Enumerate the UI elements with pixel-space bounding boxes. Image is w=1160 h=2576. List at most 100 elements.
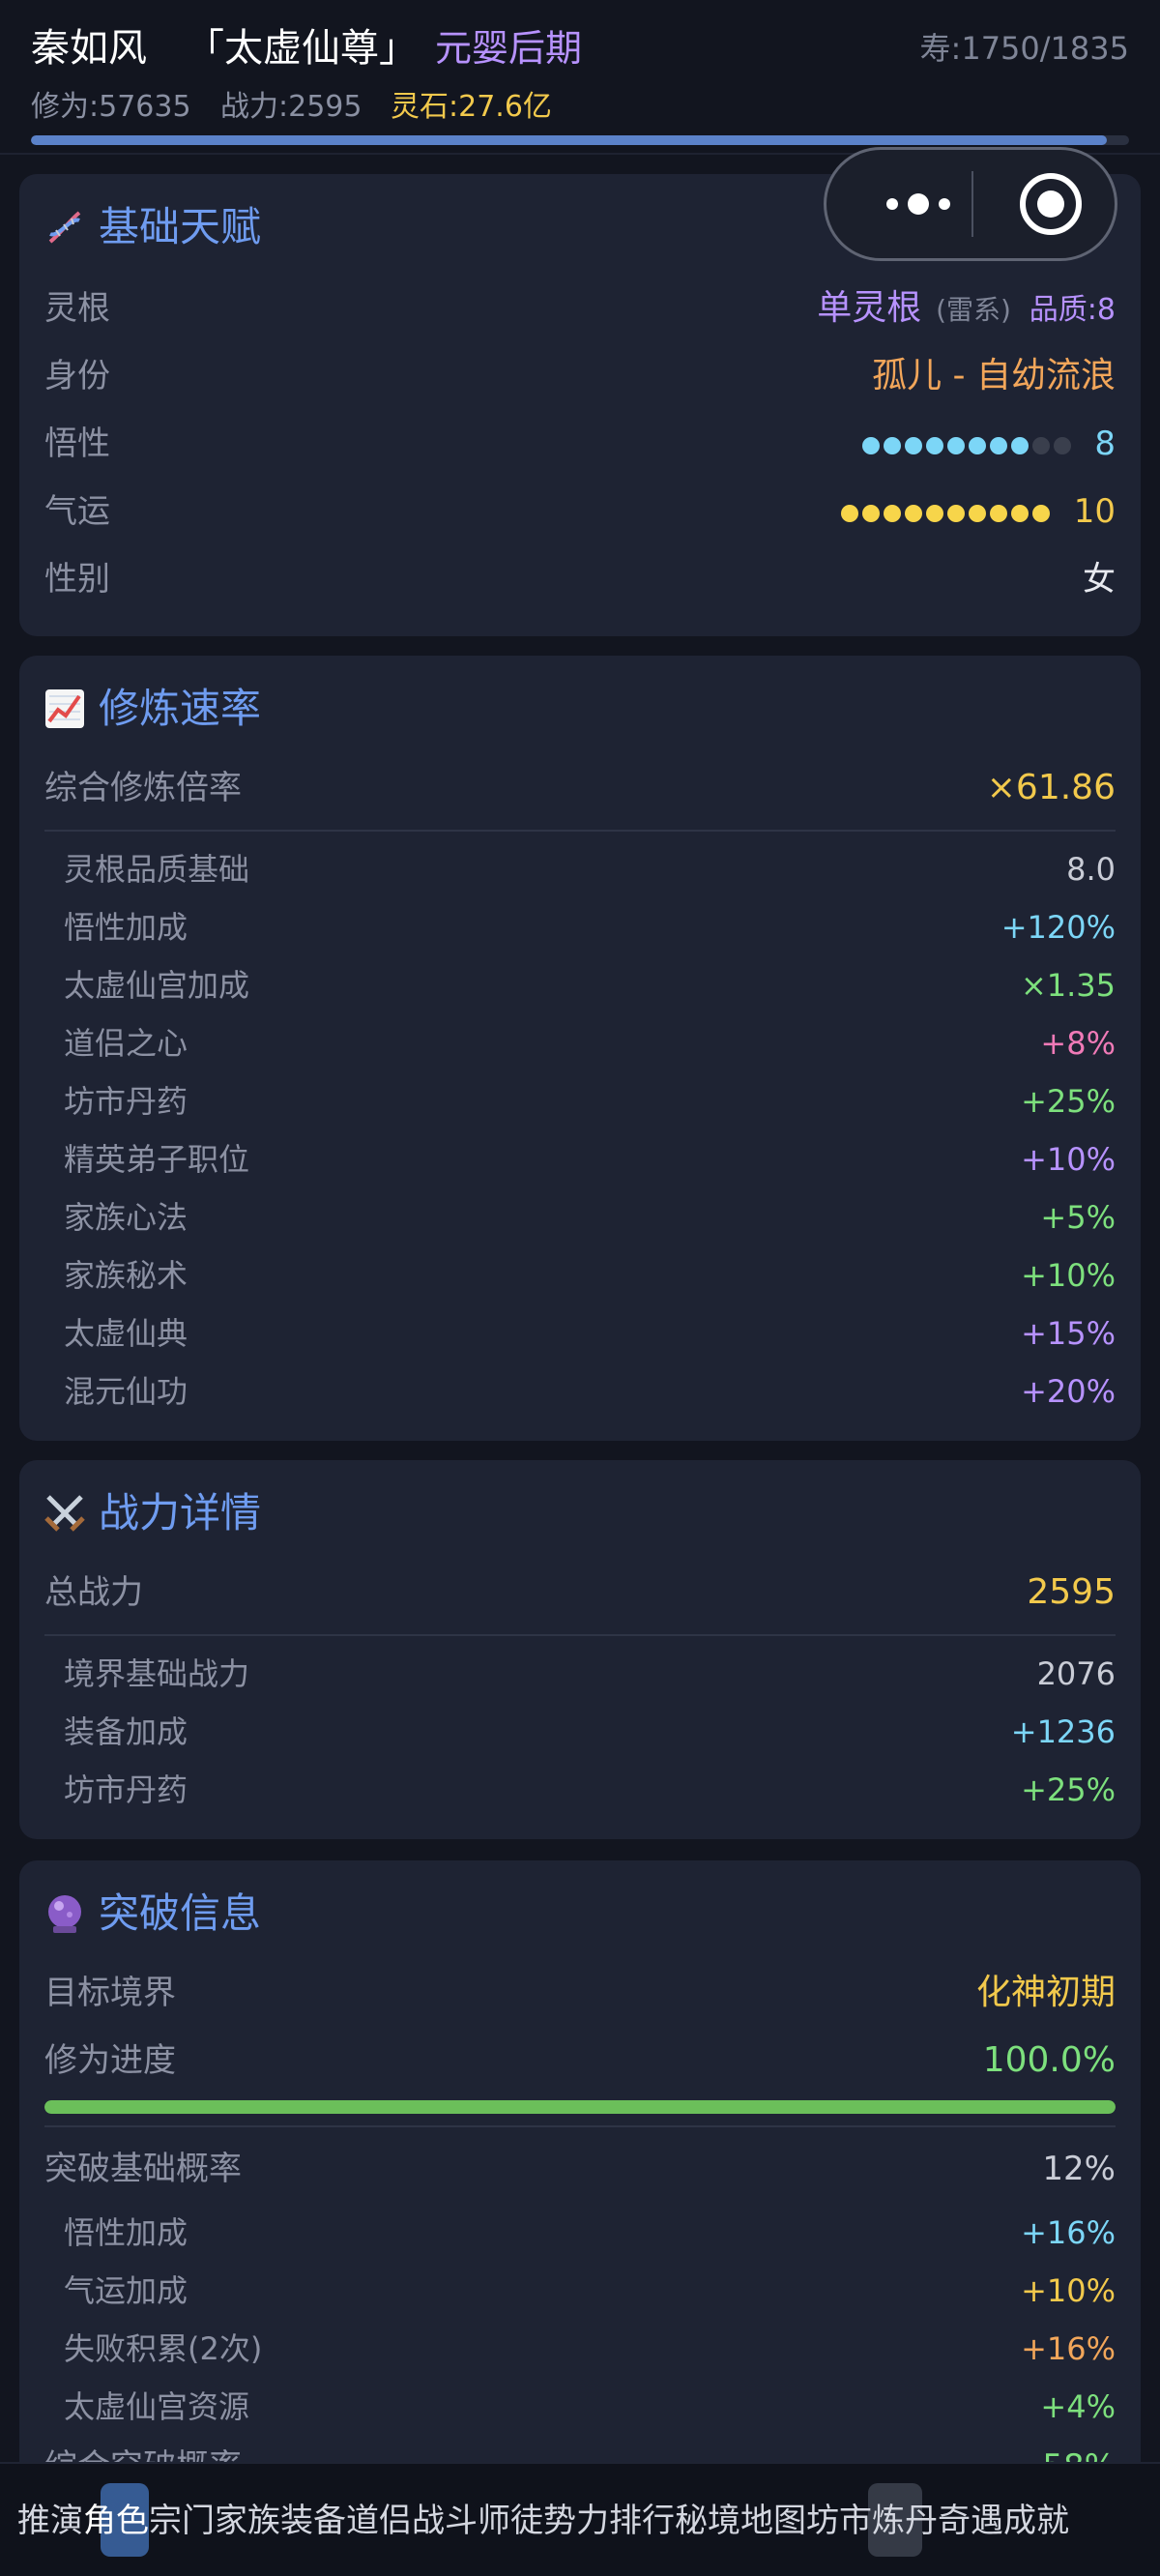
close-miniprogram-button[interactable] [1020, 173, 1082, 235]
level-pip [968, 504, 986, 522]
level-pip [1053, 436, 1071, 454]
rate-item: 悟性加成 +120% [64, 903, 1116, 951]
character-realm: 元婴后期 [435, 27, 583, 70]
luck-value: 10 [1073, 492, 1116, 531]
comprehension-pips [861, 436, 1071, 454]
rate-item-value: +20% [1021, 1373, 1116, 1410]
breakthrough-item-value: +10% [1021, 2272, 1116, 2309]
rate-item: 灵根品质基础 8.0 [64, 845, 1116, 893]
level-pip [925, 504, 943, 522]
comprehension-value: 8 [1094, 424, 1116, 463]
target-realm-label: 目标境界 [44, 1974, 176, 2012]
level-pip [968, 436, 986, 454]
more-dot-icon [939, 198, 950, 210]
cultivation-progress-bar [31, 135, 1129, 145]
combat-card-title: 战力详情 [43, 1487, 261, 1539]
cultivation-progress-fill [31, 135, 1108, 145]
combat-item-value: 2076 [1036, 1655, 1116, 1692]
rate-item-value: +120% [1000, 909, 1116, 946]
breakthrough-item-label: 太虚仙宫资源 [64, 2388, 250, 2425]
combat-item: 境界基础战力 2076 [64, 1650, 1116, 1698]
level-pip [904, 504, 922, 522]
level-pip [946, 504, 965, 522]
rate-item-value: +5% [1040, 1199, 1116, 1236]
more-dot-icon [886, 198, 898, 210]
rate-total-value: ×61.86 [986, 768, 1116, 807]
rate-item-label: 坊市丹药 [64, 1083, 188, 1120]
nav-item-7[interactable]: 师徒 [478, 2497, 543, 2545]
gender-row: 性别 女 [44, 553, 1116, 605]
rate-item-label: 精英弟子职位 [64, 1141, 250, 1178]
nav-item-14[interactable]: 奇遇 [938, 2497, 1003, 2545]
nav-item-6[interactable]: 战斗 [412, 2497, 478, 2545]
rate-title-text: 修炼速率 [99, 685, 262, 732]
spirit-root-value-group: 单灵根 (雷系) 品质:8 [817, 282, 1116, 337]
rate-item-label: 悟性加成 [64, 909, 188, 946]
target-realm-row: 目标境界 化神初期 [44, 1967, 1116, 2019]
gender-label: 性别 [44, 560, 110, 599]
rate-item-label: 家族心法 [64, 1199, 188, 1236]
level-pip [840, 504, 858, 522]
spirit-root-type: (雷系) [936, 294, 1011, 326]
capsule-divider [972, 171, 973, 237]
breakthrough-title-text: 突破信息 [99, 1889, 262, 1937]
nav-item-1[interactable]: 角色 [83, 2497, 149, 2545]
rate-total-row: 综合修炼倍率 ×61.86 [44, 762, 1116, 814]
bottom-navigation: 推演 角色 宗门 家族 装备 道侣 战斗 师徒 势力 排行 秘境 地图 坊市 炼丹 奇遇 成就 [0, 2462, 1160, 2576]
base-chance-label: 突破基础概率 [44, 2150, 242, 2188]
level-pip [861, 504, 880, 522]
nav-item-4[interactable]: 装备 [280, 2497, 346, 2545]
rate-card-title: 修炼速率 [43, 683, 261, 735]
rate-item: 道侣之心 +8% [64, 1019, 1116, 1068]
combat-divider [44, 1634, 1116, 1636]
nav-item-15[interactable]: 成就 [1003, 2497, 1069, 2545]
level-pip [883, 504, 901, 522]
chart-increasing-icon [43, 687, 87, 731]
combat-item-label: 境界基础战力 [64, 1655, 250, 1692]
spirit-root-label: 灵根 [44, 289, 110, 328]
nav-item-10[interactable]: 秘境 [675, 2497, 740, 2545]
cultivation-rate-card: 修炼速率 综合修炼倍率 ×61.86 灵根品质基础 8.0 悟性加成 +120%… [19, 656, 1141, 1441]
miniprogram-capsule [824, 147, 1117, 261]
dna-icon [43, 205, 87, 249]
rate-item-value: +10% [1021, 1141, 1116, 1178]
nav-item-3[interactable]: 家族 [215, 2497, 280, 2545]
combat-item: 坊市丹药 +25% [64, 1766, 1116, 1814]
rate-item-label: 道侣之心 [64, 1025, 188, 1062]
breakthrough-item-value: +16% [1021, 2330, 1116, 2367]
nav-item-12[interactable]: 坊市 [806, 2497, 872, 2545]
level-pip [1031, 504, 1050, 522]
cultivation-text: 修为:57635 [31, 90, 191, 124]
level-pip [989, 436, 1007, 454]
breakthrough-item-label: 气运加成 [64, 2272, 188, 2309]
rate-divider [44, 830, 1116, 832]
nav-item-8[interactable]: 势力 [543, 2497, 609, 2545]
nav-item-5[interactable]: 道侣 [346, 2497, 412, 2545]
level-pip [946, 436, 965, 454]
luck-value-group: 10 [840, 485, 1116, 538]
character-name: 秦如风 [31, 26, 147, 71]
level-pip [925, 436, 943, 454]
combat-item-label: 坊市丹药 [64, 1771, 188, 1808]
nav-item-11[interactable]: 地图 [740, 2497, 806, 2545]
breakthrough-item: 太虚仙宫资源 +4% [64, 2383, 1116, 2431]
rate-item: 太虚仙宫加成 ×1.35 [64, 961, 1116, 1010]
nav-item-13[interactable]: 炼丹 [872, 2497, 938, 2545]
nav-item-9[interactable]: 排行 [609, 2497, 675, 2545]
rate-item-label: 家族秘术 [64, 1257, 188, 1294]
talent-title-text: 基础天赋 [99, 203, 262, 250]
combat-card: 战力详情 总战力 2595 境界基础战力 2076 装备加成 +1236 坊市丹… [19, 1460, 1141, 1839]
rate-item-value: ×1.35 [1020, 967, 1116, 1004]
rate-item: 坊市丹药 +25% [64, 1077, 1116, 1126]
power-text: 战力:2595 [220, 90, 362, 124]
level-pip [883, 436, 901, 454]
breakthrough-item-value: +16% [1021, 2214, 1116, 2251]
combat-item: 装备加成 +1236 [64, 1708, 1116, 1756]
more-menu-button[interactable] [865, 150, 972, 258]
nav-item-2[interactable]: 宗门 [149, 2497, 215, 2545]
base-chance-value: 12% [1042, 2150, 1116, 2188]
combat-total-value: 2595 [1027, 1572, 1116, 1612]
nav-item-0[interactable]: 推演 [17, 2497, 83, 2545]
rate-item: 家族秘术 +10% [64, 1251, 1116, 1300]
breakthrough-divider [44, 2125, 1116, 2127]
